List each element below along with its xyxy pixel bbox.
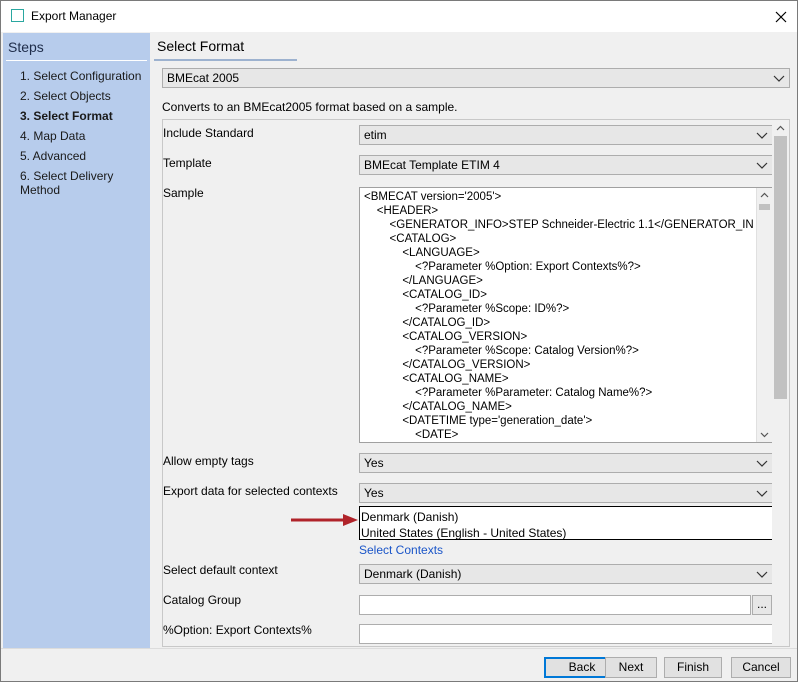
sample-line: </LANGUAGE>: [364, 275, 483, 287]
finish-button[interactable]: Finish: [664, 657, 722, 678]
template-value: BMEcat Template ETIM 4: [364, 158, 500, 172]
sample-label: Sample: [163, 186, 204, 200]
sample-line: <BMECAT version='2005'>: [364, 191, 502, 203]
sample-line: <DATE>: [364, 429, 459, 441]
export-contexts-select[interactable]: Yes: [359, 483, 773, 503]
chevron-down-icon: [756, 460, 768, 467]
window-title: Export Manager: [31, 9, 117, 23]
sample-line: <CATALOG_VERSION>: [364, 331, 528, 343]
main-panel: Select Format BMEcat 2005 Converts to an…: [152, 33, 796, 648]
catalog-group-label: Catalog Group: [163, 593, 242, 607]
default-context-label: Select default context: [163, 563, 278, 577]
context-item[interactable]: United States (English - United States): [361, 525, 771, 541]
catalog-group-input[interactable]: [359, 595, 751, 615]
format-description: Converts to an BMEcat2005 format based o…: [162, 100, 458, 114]
form-scrollbar[interactable]: [772, 120, 789, 646]
page-title: Select Format: [157, 38, 245, 54]
format-select[interactable]: BMEcat 2005: [162, 68, 790, 88]
export-manager-window: Export Manager Steps 1. Select Configura…: [0, 0, 798, 682]
select-contexts-link[interactable]: Select Contexts: [359, 543, 443, 557]
step-select-objects[interactable]: 2. Select Objects: [20, 89, 150, 109]
format-select-value: BMEcat 2005: [167, 71, 240, 85]
close-icon: [775, 11, 787, 22]
chevron-down-icon: [756, 132, 768, 139]
export-contexts-value: Yes: [364, 486, 384, 500]
steps-sidebar: Steps 1. Select Configuration 2. Select …: [3, 33, 150, 648]
step-select-configuration[interactable]: 1. Select Configuration: [20, 69, 150, 89]
close-button[interactable]: [765, 1, 797, 32]
scroll-up-icon[interactable]: [759, 190, 770, 201]
template-label: Template: [163, 156, 212, 170]
sample-line: <?Parameter %Parameter: Catalog Name%?>: [364, 387, 653, 399]
catalog-group-browse-button[interactable]: ...: [752, 595, 772, 615]
sample-line: <LANGUAGE>: [364, 247, 480, 259]
next-button[interactable]: Next: [605, 657, 657, 678]
sample-scroll-thumb[interactable]: [759, 204, 770, 210]
scroll-up-icon[interactable]: [775, 123, 786, 134]
annotation-arrow-icon: [291, 514, 358, 526]
sample-line: <?Parameter %Option: Export Contexts%?>: [364, 261, 641, 273]
sample-line: <?Parameter %Scope: Catalog Version%?>: [364, 345, 639, 357]
default-context-value: Denmark (Danish): [364, 567, 462, 581]
default-context-select[interactable]: Denmark (Danish): [359, 564, 773, 584]
template-select[interactable]: BMEcat Template ETIM 4: [359, 155, 773, 175]
allow-empty-tags-select[interactable]: Yes: [359, 453, 773, 473]
sidebar-divider: [6, 60, 147, 61]
step-map-data[interactable]: 4. Map Data: [20, 129, 150, 149]
selected-contexts-list[interactable]: Denmark (Danish) United States (English …: [359, 506, 773, 540]
sample-line: <CATALOG_NAME>: [364, 373, 509, 385]
sidebar-title: Steps: [8, 39, 44, 55]
chevron-down-icon: [756, 571, 768, 578]
include-standard-value: etim: [364, 128, 387, 142]
chevron-down-icon: [756, 490, 768, 497]
allow-empty-tags-value: Yes: [364, 456, 384, 470]
sample-textarea[interactable]: <BMECAT version='2005'> <HEADER> <GENERA…: [359, 187, 773, 443]
export-contexts-label: Export data for selected contexts: [163, 484, 338, 498]
sample-line: <?Parameter %Scope: ID%?>: [364, 303, 570, 315]
chevron-down-icon: [756, 162, 768, 169]
sample-line: <CATALOG_ID>: [364, 289, 487, 301]
context-item[interactable]: Denmark (Danish): [361, 509, 771, 525]
window-icon: [11, 9, 24, 22]
include-standard-label: Include Standard: [163, 126, 254, 140]
steps-list: 1. Select Configuration 2. Select Object…: [20, 69, 150, 197]
chevron-down-icon: [773, 75, 785, 82]
option-export-contexts-label: %Option: Export Contexts%: [163, 623, 312, 637]
wizard-footer: Back Next Finish Cancel: [1, 648, 797, 681]
sample-line: </CATALOG_ID>: [364, 317, 491, 329]
sample-line: </CATALOG_NAME>: [364, 401, 512, 413]
title-bar: Export Manager: [1, 1, 797, 32]
sample-line: <DATETIME type='generation_date'>: [364, 415, 593, 427]
step-advanced[interactable]: 5. Advanced: [20, 149, 150, 169]
step-select-format[interactable]: 3. Select Format: [20, 109, 150, 129]
allow-empty-tags-label: Allow empty tags: [163, 454, 254, 468]
sample-line: </CATALOG_VERSION>: [364, 359, 531, 371]
sample-line: <HEADER>: [364, 205, 439, 217]
format-options-form: Include Standard etim Template BMEcat Te…: [162, 119, 790, 647]
sample-line: <GENERATOR_INFO>STEP Schneider-Electric …: [364, 219, 754, 231]
sample-code: <BMECAT version='2005'> <HEADER> <GENERA…: [364, 190, 754, 442]
title-underline: [154, 59, 297, 61]
option-export-contexts-input[interactable]: [359, 624, 773, 644]
sample-scrollbar[interactable]: [756, 188, 772, 442]
step-select-delivery-method[interactable]: 6. Select Delivery Method: [20, 169, 150, 197]
scroll-down-icon[interactable]: [759, 429, 770, 440]
form-scroll-thumb[interactable]: [774, 136, 787, 399]
include-standard-select[interactable]: etim: [359, 125, 773, 145]
cancel-button[interactable]: Cancel: [731, 657, 791, 678]
sample-line: <CATALOG>: [364, 233, 457, 245]
